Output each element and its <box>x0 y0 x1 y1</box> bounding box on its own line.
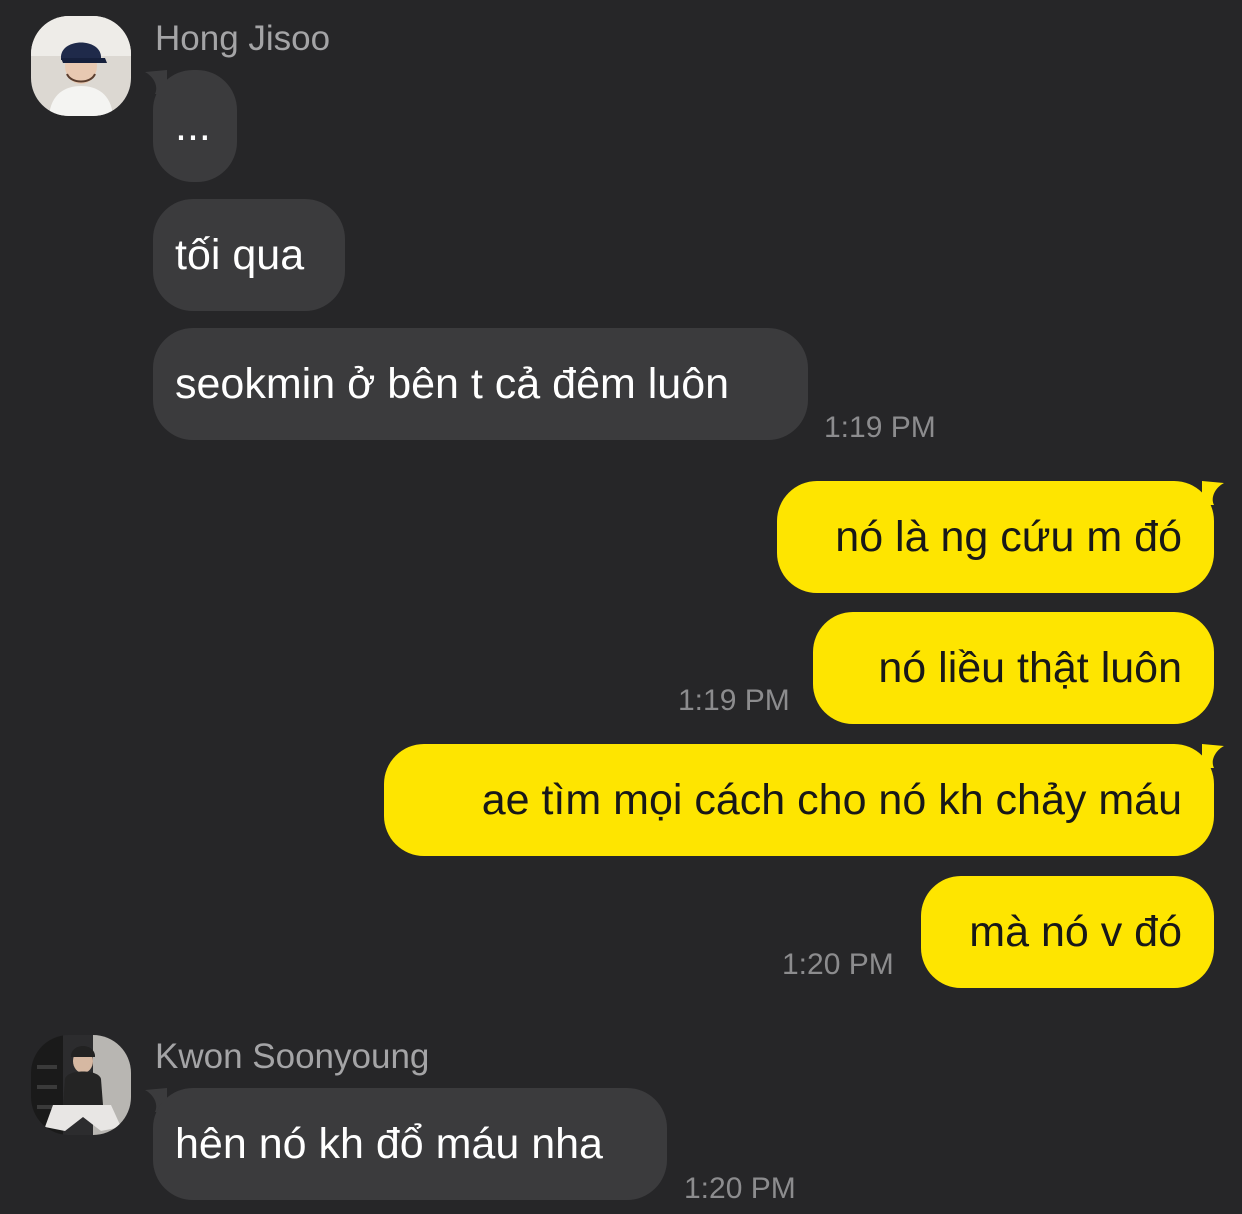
message-timestamp: 1:20 PM <box>782 948 894 981</box>
message-bubble-outgoing[interactable]: ae tìm mọi cách cho nó kh chảy máu <box>384 744 1214 856</box>
avatar-hong-jisoo[interactable] <box>31 16 131 116</box>
message-text: nó liều thật luôn <box>878 644 1182 692</box>
message-bubble-incoming[interactable]: ... <box>153 70 237 182</box>
message-text: hên nó kh đổ máu nha <box>175 1120 603 1168</box>
message-timestamp: 1:19 PM <box>824 411 936 444</box>
message-text: ae tìm mọi cách cho nó kh chảy máu <box>481 776 1182 824</box>
message-bubble-outgoing[interactable]: nó là ng cứu m đó <box>777 481 1214 593</box>
avatar-kwon-soonyoung[interactable] <box>31 1035 131 1135</box>
message-timestamp: 1:20 PM <box>684 1172 796 1205</box>
message-bubble-incoming[interactable]: hên nó kh đổ máu nha <box>153 1088 667 1200</box>
message-bubble-outgoing[interactable]: nó liều thật luôn <box>813 612 1214 724</box>
profile-photo-icon <box>31 1035 131 1135</box>
message-text: nó là ng cứu m đó <box>835 513 1182 561</box>
message-bubble-outgoing[interactable]: mà nó v đó <box>921 876 1214 988</box>
message-text: ... <box>175 102 211 150</box>
message-text: mà nó v đó <box>969 908 1182 956</box>
sender-name: Kwon Soonyoung <box>155 1037 430 1076</box>
profile-photo-icon <box>31 16 131 116</box>
sender-name: Hong Jisoo <box>155 19 331 58</box>
message-timestamp: 1:19 PM <box>678 684 790 717</box>
chat-thread: Hong Jisoo ... tối qua seokmin ở bên t c… <box>0 0 1242 1214</box>
message-bubble-incoming[interactable]: seokmin ở bên t cả đêm luôn <box>153 328 808 440</box>
message-text: tối qua <box>175 231 305 279</box>
message-bubble-incoming[interactable]: tối qua <box>153 199 345 311</box>
message-text: seokmin ở bên t cả đêm luôn <box>175 360 730 408</box>
